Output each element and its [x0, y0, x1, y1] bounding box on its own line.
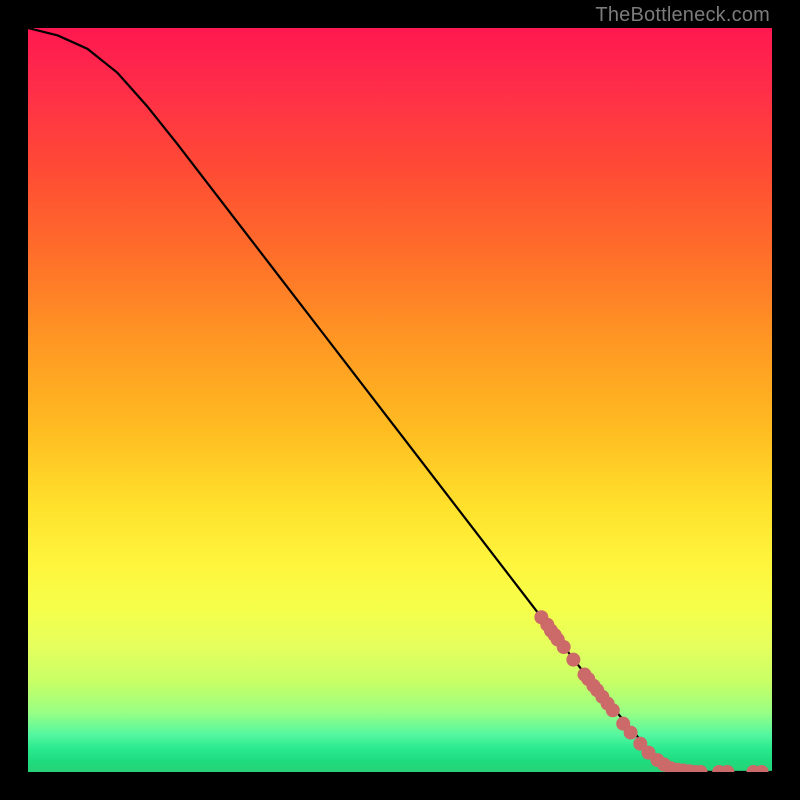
- watermark-text: TheBottleneck.com: [595, 4, 770, 27]
- marker-dot: [566, 653, 580, 667]
- marker-group: [534, 610, 768, 772]
- chart-frame: TheBottleneck.com: [0, 0, 800, 800]
- plot-area: [28, 28, 772, 772]
- marker-dot: [557, 640, 571, 654]
- chart-svg: [28, 28, 772, 772]
- marker-dot: [624, 726, 638, 740]
- marker-dot: [606, 703, 620, 717]
- bottleneck-curve: [28, 28, 772, 772]
